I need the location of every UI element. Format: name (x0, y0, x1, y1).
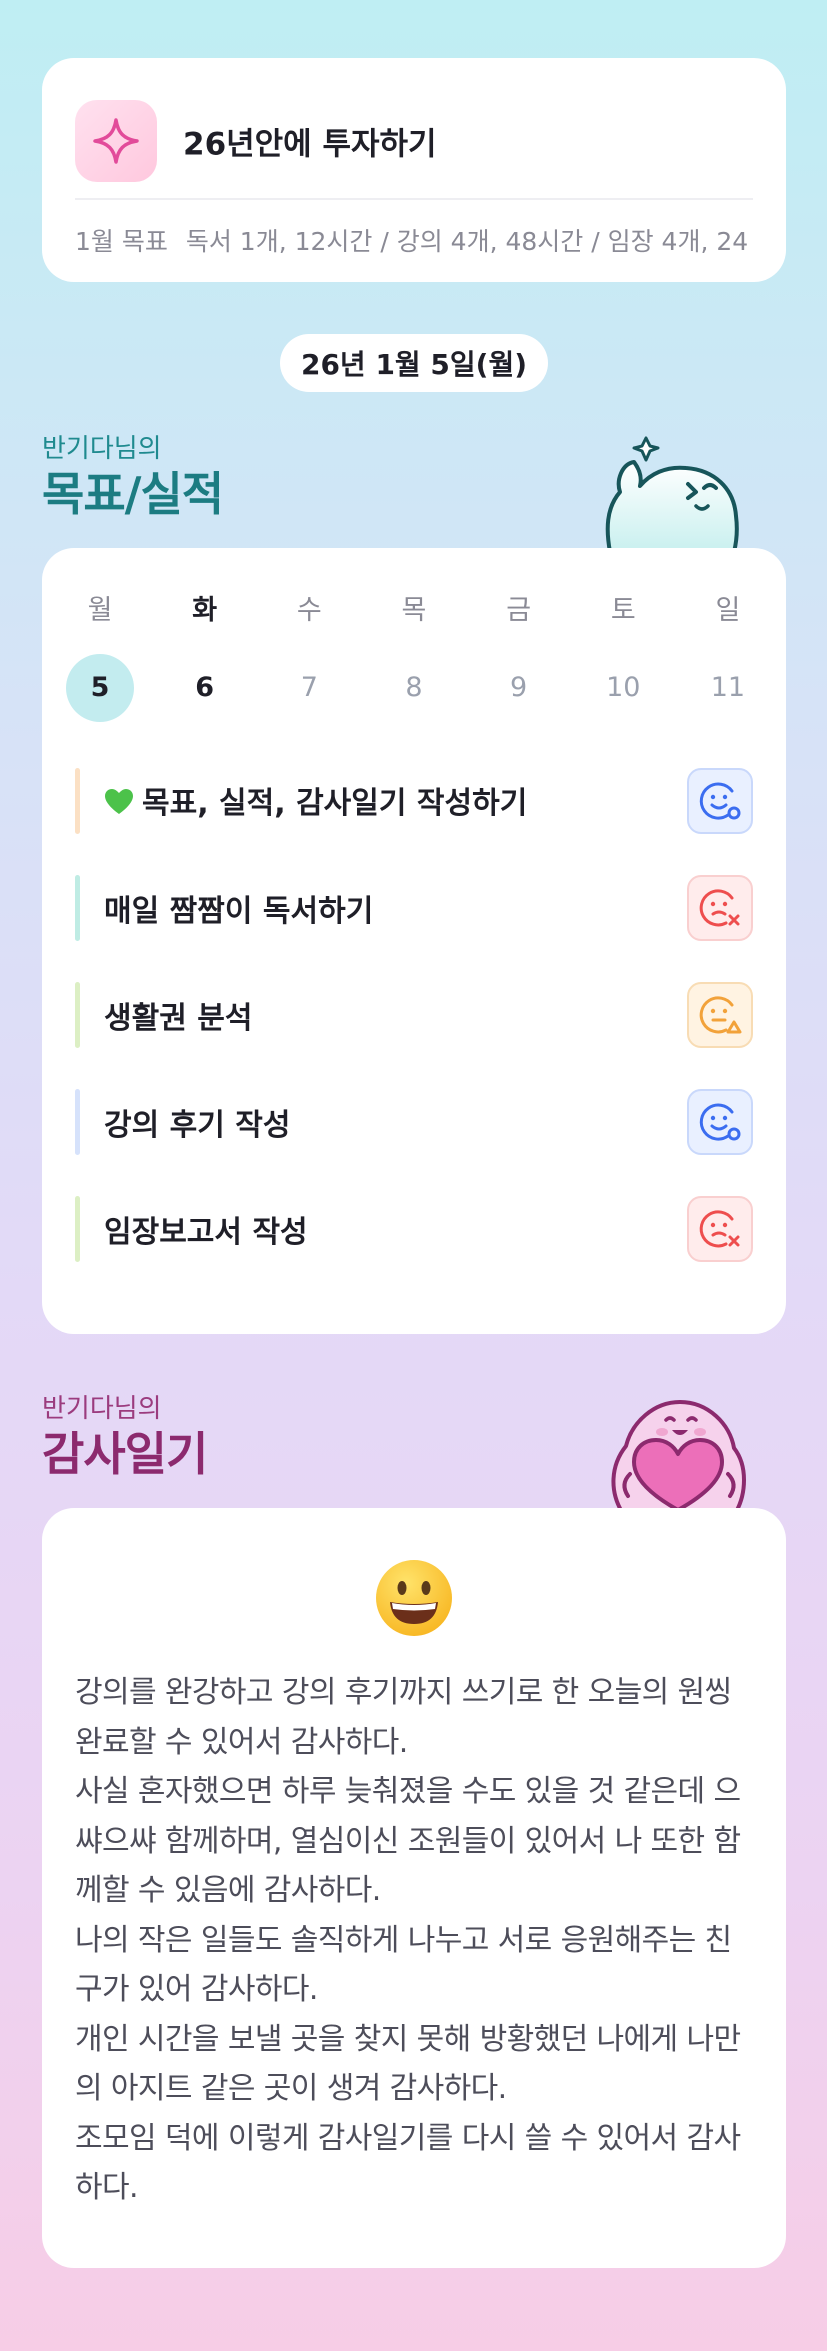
weekday-sat: 토 (610, 595, 636, 626)
diary-paragraph: 강의를 완강하고 강의 후기까지 쓰기로 한 오늘의 원씽 완료할 수 있어서 … (75, 1675, 732, 1760)
task-label: 목표, 실적, 감사일기 작성하기 (104, 778, 687, 824)
ghost-mascot-icon (596, 420, 756, 554)
heart-mascot-icon (596, 1382, 760, 1514)
task-item[interactable]: 임장보고서 작성 (75, 1196, 753, 1262)
day-row: 5 6 7 8 9 10 11 (66, 654, 762, 722)
sad-x-icon[interactable] (687, 875, 753, 941)
monthly-goal-row: 1월 목표 독서 1개, 12시간 / 강의 4개, 48시간 / 임장 4개,… (75, 218, 753, 262)
neutral-warning-icon[interactable] (687, 982, 753, 1048)
sad-x-icon[interactable] (687, 1196, 753, 1262)
goal-month-label: 1월 목표 (75, 227, 168, 256)
task-item[interactable]: 매일 짬짬이 독서하기 (75, 875, 753, 941)
diary-paragraph: 나의 작은 일들도 솔직하게 나누고 서로 응원해주는 친구가 있어 감사하다. (75, 1922, 732, 2008)
task-color-bar (75, 1196, 80, 1262)
day-10[interactable]: 10 (589, 654, 657, 722)
day-11[interactable]: 11 (694, 654, 762, 722)
weekday-fri: 금 (506, 595, 532, 626)
date-pill[interactable]: 26년 1월 5일(월) (280, 334, 548, 392)
task-item[interactable]: 생활권 분석 (75, 982, 753, 1048)
diary-paragraph: 조모임 덕에 이렇게 감사일기를 다시 쓸 수 있어서 감사하다. (75, 2120, 741, 2206)
smile-check-icon[interactable] (687, 1089, 753, 1155)
goals-section-title: 목표/실적 (42, 467, 224, 521)
task-label: 임장보고서 작성 (104, 1215, 308, 1250)
goals-card: 월 화 수 목 금 토 일 5 6 7 8 9 10 11 목표, 실적, 감사… (42, 548, 786, 1334)
day-9[interactable]: 9 (485, 654, 553, 722)
weekday-row: 월 화 수 목 금 토 일 (66, 588, 762, 627)
smile-check-icon[interactable] (687, 768, 753, 834)
green-heart-icon (104, 788, 134, 824)
task-item[interactable]: 강의 후기 작성 (75, 1089, 753, 1155)
diary-text: 강의를 완강하고 강의 후기까지 쓰기로 한 오늘의 원씽 완료할 수 있어서 … (75, 1668, 753, 2213)
weekday-tue: 화 (192, 595, 218, 626)
goal-card[interactable]: 26년안에 투자하기 1월 목표 독서 1개, 12시간 / 강의 4개, 48… (42, 58, 786, 282)
task-item[interactable]: 목표, 실적, 감사일기 작성하기 (75, 768, 753, 834)
task-color-bar (75, 982, 80, 1048)
goal-summary: 독서 1개, 12시간 / 강의 4개, 48시간 / 임장 4개, 24 (185, 227, 749, 256)
day-5-selected[interactable]: 5 (66, 654, 134, 722)
grinning-face-icon (374, 1558, 454, 1638)
diary-section-title: 감사일기 (42, 1427, 208, 1481)
task-label: 강의 후기 작성 (104, 1108, 291, 1143)
diary-paragraph: 사실 혼자했으면 하루 늦춰졌을 수도 있을 것 같은데 으쌰으쌰 함께하며, … (75, 1774, 741, 1908)
weekday-wed: 수 (296, 595, 322, 626)
diary-paragraph: 개인 시간을 보낼 곳을 찾지 못해 방황했던 나에게 나만의 아지트 같은 곳… (75, 2021, 741, 2107)
day-7[interactable]: 7 (275, 654, 343, 722)
day-8[interactable]: 8 (380, 654, 448, 722)
divider (75, 198, 753, 200)
sparkle-icon (75, 100, 157, 182)
task-label: 생활권 분석 (104, 1001, 253, 1036)
diary-card: 강의를 완강하고 강의 후기까지 쓰기로 한 오늘의 원씽 완료할 수 있어서 … (42, 1508, 786, 2268)
task-color-bar (75, 1089, 80, 1155)
task-color-bar (75, 875, 80, 941)
weekday-mon: 월 (87, 595, 113, 626)
day-6[interactable]: 6 (171, 654, 239, 722)
weekday-sun: 일 (715, 595, 741, 626)
task-color-bar (75, 768, 80, 834)
goal-title: 26년안에 투자하기 (183, 126, 437, 163)
task-label: 매일 짬짬이 독서하기 (104, 894, 374, 929)
weekday-thu: 목 (401, 595, 427, 626)
